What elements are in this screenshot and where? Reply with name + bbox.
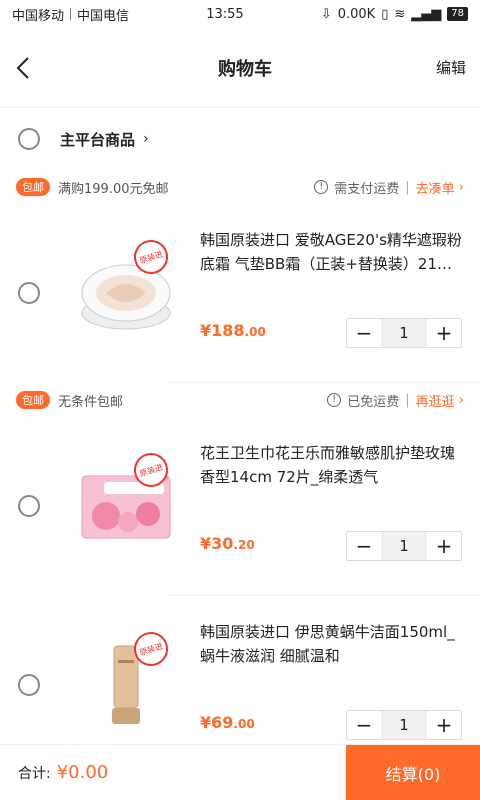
quantity-value[interactable]: 1: [381, 711, 427, 739]
back-button[interactable]: [14, 48, 54, 88]
total-area: 合计: ¥0.00: [0, 745, 346, 800]
shipping-condition: 满购199.00元免邮: [58, 181, 169, 197]
nav-bar: 购物车 编辑: [0, 28, 480, 108]
product-image[interactable]: 原装进: [56, 448, 196, 551]
product-price: ¥188.00: [200, 321, 266, 340]
product-name[interactable]: 韩国原装进口 爱敬AGE20's精华遮瑕粉底霜 气垫BB霜（正装+替换装）21…: [200, 228, 462, 276]
shipping-fee-text: 已免运费: [347, 394, 400, 410]
increase-button[interactable]: +: [427, 711, 461, 739]
total-label: 合计:: [18, 765, 51, 782]
item-select-radio[interactable]: [18, 282, 40, 304]
quantity-value[interactable]: 1: [381, 319, 427, 347]
wifi-icon: ≋: [394, 6, 406, 22]
increase-button[interactable]: +: [427, 532, 461, 560]
add-items-link[interactable]: 去凑单: [416, 178, 455, 197]
product-price: ¥30.20: [200, 534, 255, 553]
total-amount: ¥0.00: [56, 762, 109, 783]
carrier-2: 中国电信: [77, 8, 130, 24]
quantity-stepper: − 1 +: [346, 531, 462, 561]
info-icon: !: [327, 393, 342, 407]
carrier-1: 中国移动: [12, 8, 65, 24]
network-speed: 0.00K: [337, 6, 376, 22]
store-header: 包邮 无条件包邮 ! 已免运费 | 再逛逛 ›: [0, 383, 480, 417]
quantity-stepper: − 1 +: [346, 318, 462, 348]
select-all-radio[interactable]: [18, 128, 40, 150]
chevron-right-icon[interactable]: ›: [455, 393, 464, 408]
product-image[interactable]: 原装进: [56, 627, 196, 730]
download-icon: ⇩: [320, 6, 332, 22]
status-bar: 中国移动 中国电信 13:55 ⇩ 0.00K ▯ ≋ ▂▄▆ 78: [0, 0, 480, 28]
product-name[interactable]: 韩国原装进口 伊思黄蜗牛洁面150ml_蜗牛液滋润 细腻温和: [200, 620, 462, 668]
cart-footer: 合计: ¥0.00 结算(0): [0, 744, 480, 800]
battery-icon: 78: [447, 7, 468, 21]
quantity-value[interactable]: 1: [381, 532, 427, 560]
product-image[interactable]: 原装进: [56, 235, 196, 338]
free-shipping-badge: 包邮: [16, 178, 50, 196]
decrease-button[interactable]: −: [347, 711, 381, 739]
clock: 13:55: [206, 6, 244, 22]
chevron-right-icon[interactable]: ›: [455, 180, 464, 195]
increase-button[interactable]: +: [427, 319, 461, 347]
cart-item: 原装进 韩国原装进口 爱敬AGE20's精华遮瑕粉底霜 气垫BB霜（正装+替换装…: [0, 204, 480, 382]
product-price: ¥69.00: [200, 713, 255, 732]
section-header: 主平台商品 ›: [0, 108, 480, 170]
chevron-right-icon[interactable]: ›: [143, 131, 149, 147]
chevron-left-icon: [16, 56, 29, 79]
page-title: 购物车: [217, 58, 272, 80]
item-select-radio[interactable]: [18, 495, 40, 517]
quantity-stepper: − 1 +: [346, 710, 462, 740]
browse-more-link[interactable]: 再逛逛: [416, 391, 455, 410]
info-icon: !: [314, 180, 329, 194]
checkout-button[interactable]: 结算(0): [346, 745, 480, 800]
vibrate-icon: ▯: [381, 6, 389, 22]
store-header: 包邮 满购199.00元免邮 ! 需支付运费 | 去凑单 ›: [0, 170, 480, 204]
shipping-condition: 无条件包邮: [58, 394, 124, 410]
product-name[interactable]: 花王卫生巾花王乐而雅敏感肌护垫玫瑰香型14cm 72片_绵柔透气: [200, 441, 462, 489]
cart-item: 原装进 花王卫生巾花王乐而雅敏感肌护垫玫瑰香型14cm 72片_绵柔透气 ¥30…: [0, 417, 480, 595]
edit-button[interactable]: 编辑: [436, 57, 466, 78]
section-title[interactable]: 主平台商品: [60, 129, 135, 150]
decrease-button[interactable]: −: [347, 532, 381, 560]
shipping-fee-text: 需支付运费: [334, 181, 400, 197]
item-select-radio[interactable]: [18, 674, 40, 696]
signal-icon: ▂▄▆: [411, 6, 442, 22]
free-shipping-badge: 包邮: [16, 391, 50, 409]
store-group: 包邮 满购199.00元免邮 ! 需支付运费 | 去凑单 › 原装进 韩国原装进…: [0, 170, 480, 382]
decrease-button[interactable]: −: [347, 319, 381, 347]
store-group: 包邮 无条件包邮 ! 已免运费 | 再逛逛 › 原装进 花王卫生巾花王乐而雅敏感…: [0, 383, 480, 774]
